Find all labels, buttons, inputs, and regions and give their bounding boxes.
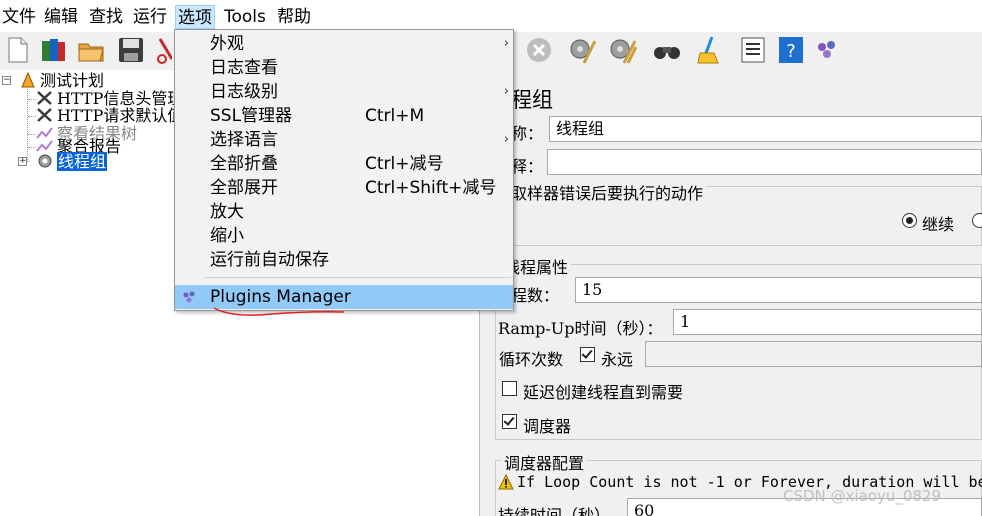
continue-label: 继续	[922, 215, 955, 234]
menu-item-expand-all[interactable]: 全部展开 Ctrl+Shift+减号	[175, 176, 513, 200]
new-icon[interactable]	[2, 35, 32, 65]
menu-item-zoom-in[interactable]: 放大	[175, 200, 513, 224]
continue-radio[interactable]	[902, 213, 917, 228]
sampler-error-title: 取样器错误后要执行的动作	[511, 180, 707, 204]
menu-separator	[205, 277, 511, 278]
red-annotation-underline	[212, 300, 347, 320]
svg-text:?: ?	[786, 41, 796, 62]
plugins-manager-icon	[181, 289, 197, 305]
submenu-arrow-icon: ›	[503, 84, 509, 99]
scheduler-config-title: 调度器配置	[501, 450, 588, 474]
menu-search[interactable]: 查找	[87, 5, 125, 29]
threads-input[interactable]: 15	[575, 277, 982, 303]
tree-node-thread-group[interactable]: 线程组	[36, 152, 108, 171]
collapse-toggle[interactable]: −	[2, 76, 11, 85]
expand-toggle[interactable]: +	[18, 157, 27, 166]
warning-icon	[498, 473, 514, 490]
function-helper-icon[interactable]	[738, 35, 768, 65]
loop-count-label: 循环次数	[499, 350, 564, 369]
threads-label: 程数：	[511, 286, 560, 305]
wrench-icon	[36, 90, 54, 106]
save-icon[interactable]	[116, 35, 146, 65]
rampup-input[interactable]: 1	[673, 309, 982, 335]
name-label: 称：	[511, 124, 544, 143]
comment-input[interactable]	[547, 149, 982, 175]
menu-item-collapse-all[interactable]: 全部折叠 Ctrl+减号	[175, 152, 513, 176]
next-action-radio[interactable]	[972, 213, 982, 228]
menu-help[interactable]: 帮助	[275, 5, 313, 29]
scheduler-label: 调度器	[523, 417, 572, 436]
menu-bar: 文件 编辑 查找 运行 选项 Tools 帮助	[0, 0, 982, 32]
scheduler-checkbox[interactable]	[502, 414, 517, 429]
menu-run[interactable]: 运行	[131, 5, 169, 29]
menu-item-log-level[interactable]: 日志级别 ›	[175, 80, 513, 104]
delay-thread-creation-checkbox[interactable]	[502, 381, 517, 396]
menu-item-log-viewer[interactable]: 日志查看	[175, 56, 513, 80]
menu-file[interactable]: 文件	[0, 5, 38, 29]
help-icon[interactable]: ?	[776, 35, 806, 65]
duration-label: 持续时间（秒）	[498, 506, 611, 516]
search-icon[interactable]	[652, 35, 682, 65]
watermark: CSDN @xiaoyu_0829	[783, 487, 942, 505]
templates-icon[interactable]	[38, 35, 68, 65]
menu-options[interactable]: 选项	[175, 5, 215, 29]
submenu-arrow-icon: ›	[503, 36, 509, 51]
submenu-arrow-icon: ›	[503, 132, 509, 147]
menu-item-ssl-manager[interactable]: SSL管理器 Ctrl+M	[175, 104, 513, 128]
menu-edit[interactable]: 编辑	[42, 5, 80, 29]
loop-count-input[interactable]	[645, 341, 982, 367]
menu-item-zoom-out[interactable]: 缩小	[175, 224, 513, 248]
menu-item-appearance[interactable]: 外观 ›	[175, 32, 513, 56]
wrench-icon	[36, 107, 54, 123]
cut-icon[interactable]	[154, 35, 172, 65]
reset-search-icon[interactable]	[694, 35, 724, 65]
stop-icon[interactable]	[524, 35, 554, 65]
loop-forever-checkbox[interactable]	[580, 347, 595, 362]
menu-item-choose-language[interactable]: 选择语言 ›	[175, 128, 513, 152]
options-menu: 外观 › 日志查看 日志级别 › SSL管理器 Ctrl+M 选择语言 › 全部…	[174, 29, 514, 311]
plugins-icon[interactable]	[812, 35, 842, 65]
menu-item-save-before-run[interactable]: 运行前自动保存	[175, 248, 513, 272]
tree-node-test-plan[interactable]: 测试计划	[19, 72, 104, 90]
thread-group-gear-icon	[36, 153, 54, 169]
panel-title: 程组	[511, 88, 553, 112]
tree-node-request-defaults[interactable]: HTTP请求默认值	[36, 107, 183, 125]
test-plan-icon	[19, 71, 37, 88]
open-icon[interactable]	[76, 35, 106, 65]
thread-group-panel: 程组 称： 线程组 释： 取样器错误后要执行的动作 继续 线程属性 程数： 15…	[481, 70, 982, 516]
clear-icon[interactable]	[567, 35, 597, 65]
comment-label: 释：	[511, 157, 544, 176]
loop-forever-label: 永远	[601, 350, 634, 369]
rampup-label: Ramp-Up时间（秒）：	[498, 319, 663, 338]
menu-tools[interactable]: Tools	[222, 5, 268, 29]
clear-all-icon[interactable]	[607, 35, 638, 65]
name-input[interactable]: 线程组	[549, 116, 982, 142]
listener-graph-icon	[36, 138, 54, 154]
delay-thread-creation-label: 延迟创建线程直到需要	[523, 383, 684, 402]
